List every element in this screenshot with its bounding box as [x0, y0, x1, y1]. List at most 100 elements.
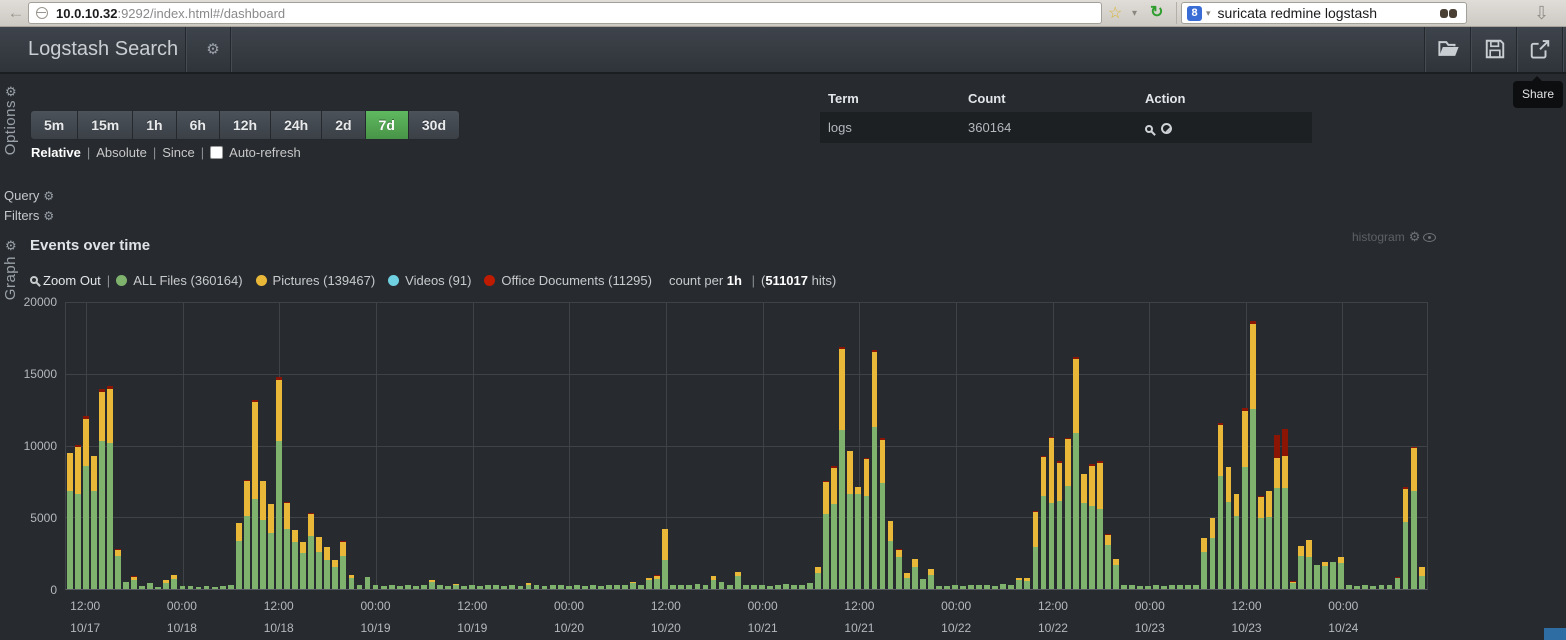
histogram-bar [308, 302, 314, 589]
browser-back-button[interactable]: ← [6, 1, 26, 25]
time-mode-relative[interactable]: Relative [31, 145, 81, 160]
bar-slot [814, 302, 822, 589]
time-range-button-7d[interactable]: 7d [365, 110, 409, 140]
bar-slot [501, 302, 509, 589]
bar-slot [1297, 302, 1305, 589]
bar-slot [766, 302, 774, 589]
histogram-bar [469, 302, 475, 589]
query-gear-icon[interactable]: ⚙ [43, 189, 54, 203]
histogram-bar [1065, 302, 1071, 589]
time-range-button-5m[interactable]: 5m [30, 110, 78, 140]
legend-item-1[interactable]: Pictures (139467) [256, 273, 376, 288]
browser-url-bar[interactable]: 10.0.10.32:9292/index.html#/dashboard [28, 2, 1102, 24]
time-range-button-15m[interactable]: 15m [77, 110, 133, 140]
legend-item-0[interactable]: ALL Files (360164) [116, 273, 242, 288]
histogram-bar [501, 302, 507, 589]
histogram-bar [783, 302, 789, 589]
panel-gear-icon[interactable]: ⚙ [1409, 229, 1421, 244]
histogram-bar [477, 302, 483, 589]
time-range-button-24h[interactable]: 24h [270, 110, 322, 140]
zoom-out-link[interactable]: Zoom Out [43, 273, 101, 288]
time-range-button-1h[interactable]: 1h [132, 110, 176, 140]
time-mode-absolute[interactable]: Absolute [96, 145, 147, 160]
options-row-gear-icon[interactable]: ⚙ [5, 84, 17, 100]
bar-slot [1193, 302, 1201, 589]
bar-slot [82, 302, 90, 589]
bottom-right-blue-patch [1544, 628, 1566, 640]
bar-slot [106, 302, 114, 589]
bar-slot [533, 302, 541, 589]
bar-slot [420, 302, 428, 589]
histogram-bar [437, 302, 443, 589]
histogram-bar [896, 302, 902, 589]
y-tick-label: 5000 [0, 511, 57, 525]
bar-slot [380, 302, 388, 589]
bar-slot [74, 302, 82, 589]
save-dashboard-icon[interactable] [1484, 38, 1508, 62]
x-tick-time: 00:00 [1328, 599, 1358, 613]
search-query-text[interactable]: suricata redmine logstash [1218, 5, 1440, 21]
time-range-button-6h[interactable]: 6h [176, 110, 220, 140]
time-range-button-2d[interactable]: 2d [321, 110, 365, 140]
bar-slot [565, 302, 573, 589]
histogram-bar [268, 302, 274, 589]
panel-title: Events over time [30, 237, 150, 254]
bookmark-star-icon[interactable]: ☆ [1108, 2, 1122, 25]
reload-icon[interactable]: ↻ [1150, 1, 1163, 25]
legend-item-2[interactable]: Videos (91) [388, 273, 471, 288]
histogram-bar [1322, 302, 1328, 589]
bar-slot [718, 302, 726, 589]
time-mode-since[interactable]: Since [162, 145, 195, 160]
plot-area[interactable] [65, 302, 1428, 590]
zoom-out-icon[interactable] [30, 276, 38, 284]
bar-slot [742, 302, 750, 589]
histogram-bar [365, 302, 371, 589]
histogram-bar [775, 302, 781, 589]
graph-row-gear-icon[interactable]: ⚙ [5, 238, 17, 254]
share-dashboard-icon[interactable] [1529, 38, 1553, 62]
histogram-bar [654, 302, 660, 589]
bar-slot [1241, 302, 1249, 589]
bar-slot [509, 302, 517, 589]
time-range-button-12h[interactable]: 12h [219, 110, 271, 140]
bar-slot [1056, 302, 1064, 589]
load-dashboard-folder-icon[interactable] [1438, 38, 1462, 62]
histogram-bar [67, 302, 73, 589]
auto-refresh-checkbox[interactable] [210, 146, 223, 159]
browser-search-box[interactable]: 8 ▾ suricata redmine logstash [1181, 2, 1467, 24]
search-engine-icon[interactable]: 8 [1187, 6, 1202, 21]
histogram-bar [381, 302, 387, 589]
histogram-bar [1242, 302, 1248, 589]
search-engine-caret-icon[interactable]: ▾ [1206, 8, 1211, 19]
panel-type-label: histogram [1352, 230, 1405, 244]
dashboard-settings-gear-icon[interactable]: ⚙ [197, 27, 229, 72]
binoculars-icon[interactable] [1440, 8, 1458, 19]
histogram-bar [131, 302, 137, 589]
bar-slot [557, 302, 565, 589]
exclude-term-icon[interactable] [1161, 123, 1172, 134]
histogram-bar [968, 302, 974, 589]
download-arrow-icon[interactable]: ⇩ [1534, 0, 1549, 27]
bar-slot [637, 302, 645, 589]
search-term-icon[interactable] [1145, 125, 1153, 133]
bookmark-caret-icon[interactable]: ▾ [1132, 2, 1137, 25]
bar-slot [517, 302, 525, 589]
bar-slot [863, 302, 871, 589]
histogram-bar [1330, 302, 1336, 589]
histogram-bar [1024, 302, 1030, 589]
histogram-bar [936, 302, 942, 589]
x-tick-date: 10/21 [748, 621, 778, 635]
x-tick-date: 10/20 [651, 621, 681, 635]
options-row-label[interactable]: Options [2, 100, 19, 155]
histogram-bar [155, 302, 161, 589]
graph-row-label[interactable]: Graph [2, 256, 19, 300]
time-range-button-30d[interactable]: 30d [408, 110, 460, 140]
query-label: Query [4, 188, 39, 203]
filters-gear-icon[interactable]: ⚙ [43, 209, 54, 223]
bar-slot [589, 302, 597, 589]
bar-slot [1370, 302, 1378, 589]
legend-item-3[interactable]: Office Documents (11295) [484, 273, 652, 288]
histogram-bar [196, 302, 202, 589]
histogram-bar [123, 302, 129, 589]
panel-eye-icon[interactable] [1423, 233, 1436, 242]
